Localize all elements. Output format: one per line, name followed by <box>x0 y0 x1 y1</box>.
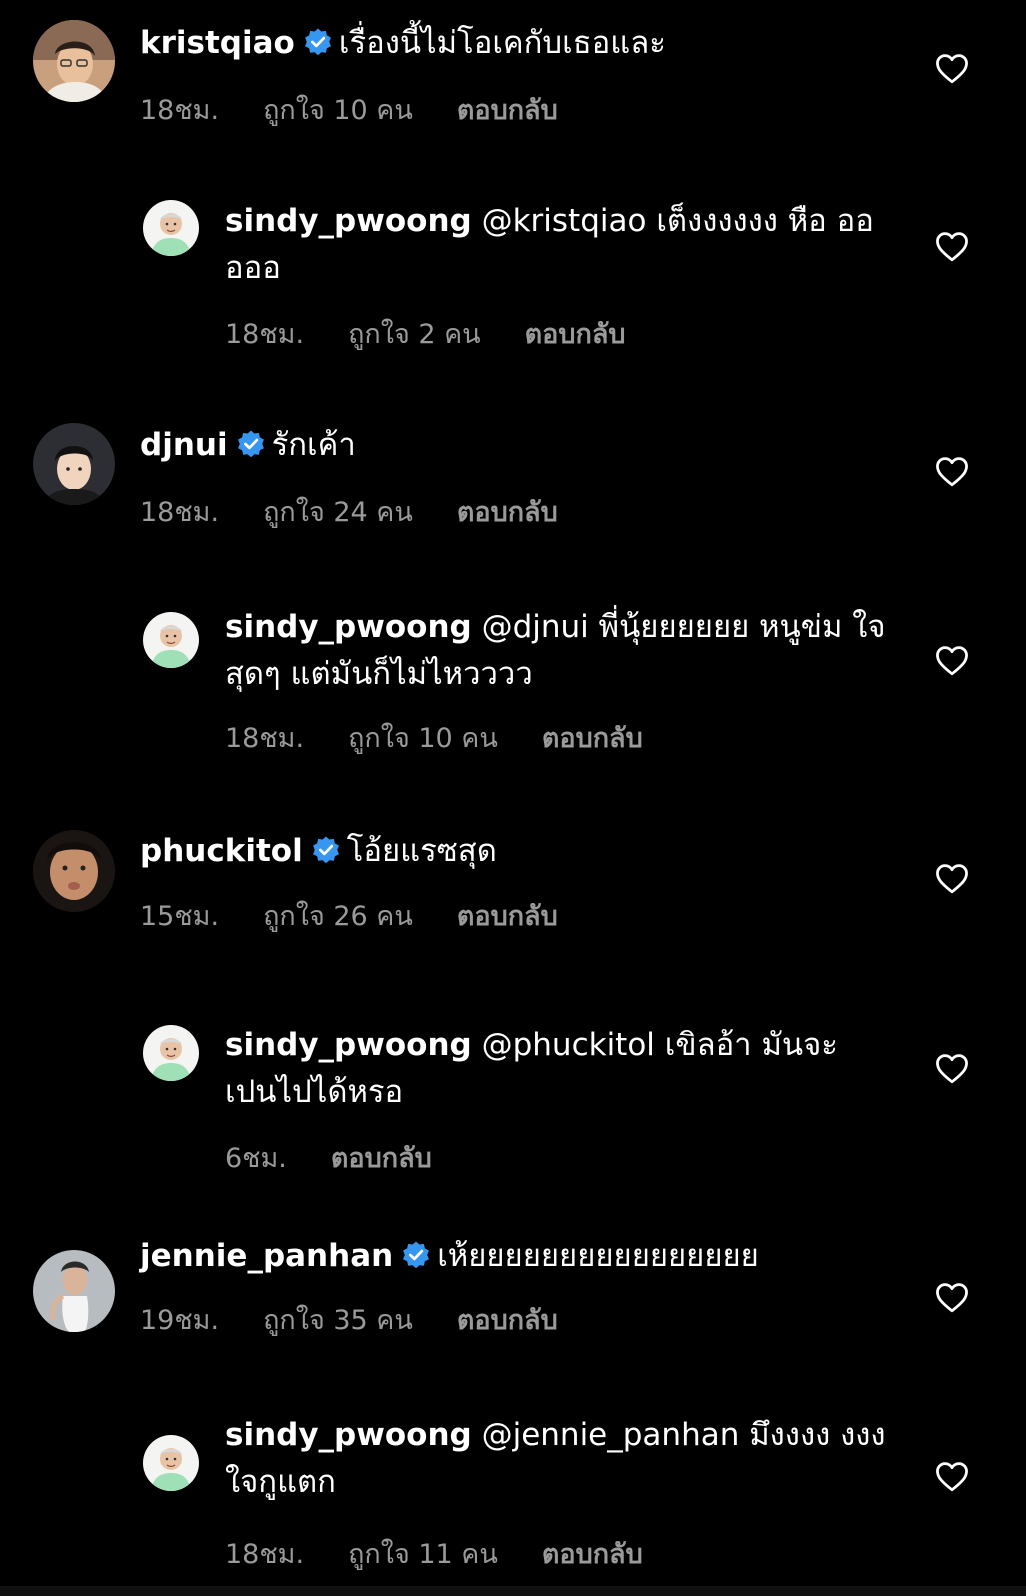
likes-count[interactable]: ถูกใจ 10 คน <box>348 716 498 759</box>
verified-badge-icon <box>311 835 341 865</box>
reply-body: sindy_pwoong @jennie_panhan มึงงงง งงง ใ… <box>225 1412 895 1506</box>
timestamp: 18ชม. <box>225 723 305 754</box>
comment-meta: 19ชม. ถูกใจ 35 คน ตอบกลับ <box>140 1298 602 1341</box>
avatar[interactable] <box>33 830 115 912</box>
avatar-photo <box>33 423 115 505</box>
timestamp: 18ชม. <box>225 319 305 350</box>
verified-badge-icon <box>303 27 333 57</box>
username[interactable]: sindy_pwoong <box>225 203 472 239</box>
reply-body: sindy_pwoong @phuckitol เขิลอ้า มันจะ เป… <box>225 1022 895 1116</box>
username[interactable]: kristqiao <box>140 25 295 61</box>
heart-icon[interactable] <box>934 1281 970 1313</box>
mention-link[interactable]: @phuckitol <box>482 1027 655 1063</box>
reply-button[interactable]: ตอบกลับ <box>542 716 643 759</box>
username[interactable]: jennie_panhan <box>140 1238 393 1274</box>
reply-button[interactable]: ตอบกลับ <box>457 490 558 533</box>
avatar-photo <box>143 200 199 256</box>
reply-button[interactable]: ตอบกลับ <box>457 1298 558 1341</box>
heart-icon[interactable] <box>934 644 970 676</box>
comment-meta: 18ชม. ถูกใจ 10 คน ตอบกลับ <box>140 88 602 131</box>
avatar[interactable] <box>33 1250 115 1332</box>
avatar-photo <box>33 1250 115 1332</box>
comment-body: phuckitol โอ้ยแรซสุด <box>140 828 900 875</box>
screen-bottom-edge <box>0 1586 1026 1596</box>
heart-icon[interactable] <box>934 1460 970 1492</box>
likes-count[interactable]: ถูกใจ 11 คน <box>348 1532 498 1575</box>
comment-body: jennie_panhan เห้ยยยยยยยยยยยยยยยย <box>140 1233 900 1280</box>
reply-body: sindy_pwoong @kristqiao เต็งงงงงง หือ ออ… <box>225 198 895 292</box>
timestamp: 15ชม. <box>140 901 220 932</box>
timestamp: 18ชม. <box>140 95 220 126</box>
comment-text: เรื่องนี้ไม่โอเคกับเธอและ <box>338 25 666 61</box>
comment-text: เห้ยยยยยยยยยยยยยยยย <box>437 1238 759 1274</box>
heart-icon[interactable] <box>934 1052 970 1084</box>
comment-body: kristqiao เรื่องนี้ไม่โอเคกับเธอและ <box>140 20 900 67</box>
avatar[interactable] <box>143 200 199 256</box>
avatar[interactable] <box>143 1435 199 1491</box>
username[interactable]: djnui <box>140 427 228 463</box>
avatar[interactable] <box>33 423 115 505</box>
avatar-photo <box>143 1025 199 1081</box>
heart-icon[interactable] <box>934 230 970 262</box>
avatar[interactable] <box>143 1025 199 1081</box>
verified-badge-icon <box>401 1240 431 1270</box>
username[interactable]: sindy_pwoong <box>225 1417 472 1453</box>
reply-button[interactable]: ตอบกลับ <box>457 894 558 937</box>
reply-meta: 18ชม. ถูกใจ 10 คน ตอบกลับ <box>225 716 687 759</box>
likes-count[interactable]: ถูกใจ 2 คน <box>348 312 481 355</box>
timestamp: 19ชม. <box>140 1305 220 1336</box>
reply-button[interactable]: ตอบกลับ <box>525 312 626 355</box>
comment-text: รักเค้า <box>271 427 356 463</box>
heart-icon[interactable] <box>934 52 970 84</box>
avatar-photo <box>33 20 115 102</box>
comment-body: djnui รักเค้า <box>140 422 900 469</box>
likes-count[interactable]: ถูกใจ 35 คน <box>263 1298 413 1341</box>
likes-count[interactable]: ถูกใจ 24 คน <box>263 490 413 533</box>
avatar-photo <box>143 1435 199 1491</box>
username[interactable]: sindy_pwoong <box>225 609 472 645</box>
heart-icon[interactable] <box>934 862 970 894</box>
verified-badge-icon <box>236 429 266 459</box>
reply-button[interactable]: ตอบกลับ <box>331 1136 432 1179</box>
reply-meta: 6ชม. ตอบกลับ <box>225 1136 476 1179</box>
likes-count[interactable]: ถูกใจ 26 คน <box>263 894 413 937</box>
reply-button[interactable]: ตอบกลับ <box>542 1532 643 1575</box>
avatar[interactable] <box>33 20 115 102</box>
avatar[interactable] <box>143 612 199 668</box>
reply-meta: 18ชม. ถูกใจ 2 คน ตอบกลับ <box>225 312 670 355</box>
reply-meta: 18ชม. ถูกใจ 11 คน ตอบกลับ <box>225 1532 687 1575</box>
comment-meta: 15ชม. ถูกใจ 26 คน ตอบกลับ <box>140 894 602 937</box>
timestamp: 18ชม. <box>140 497 220 528</box>
avatar-photo <box>33 830 115 912</box>
avatar-photo <box>143 612 199 668</box>
comment-text: โอ้ยแรซสุด <box>346 833 497 869</box>
mention-link[interactable]: @jennie_panhan <box>482 1417 740 1453</box>
mention-link[interactable]: @kristqiao <box>482 203 647 239</box>
reply-body: sindy_pwoong @djnui พี่นุ้ยยยยยย หนูข่ม … <box>225 604 895 698</box>
timestamp: 6ชม. <box>225 1143 287 1174</box>
reply-button[interactable]: ตอบกลับ <box>457 88 558 131</box>
username[interactable]: sindy_pwoong <box>225 1027 472 1063</box>
heart-icon[interactable] <box>934 455 970 487</box>
mention-link[interactable]: @djnui <box>482 609 589 645</box>
likes-count[interactable]: ถูกใจ 10 คน <box>263 88 413 131</box>
timestamp: 18ชม. <box>225 1539 305 1570</box>
username[interactable]: phuckitol <box>140 833 303 869</box>
comment-meta: 18ชม. ถูกใจ 24 คน ตอบกลับ <box>140 490 602 533</box>
